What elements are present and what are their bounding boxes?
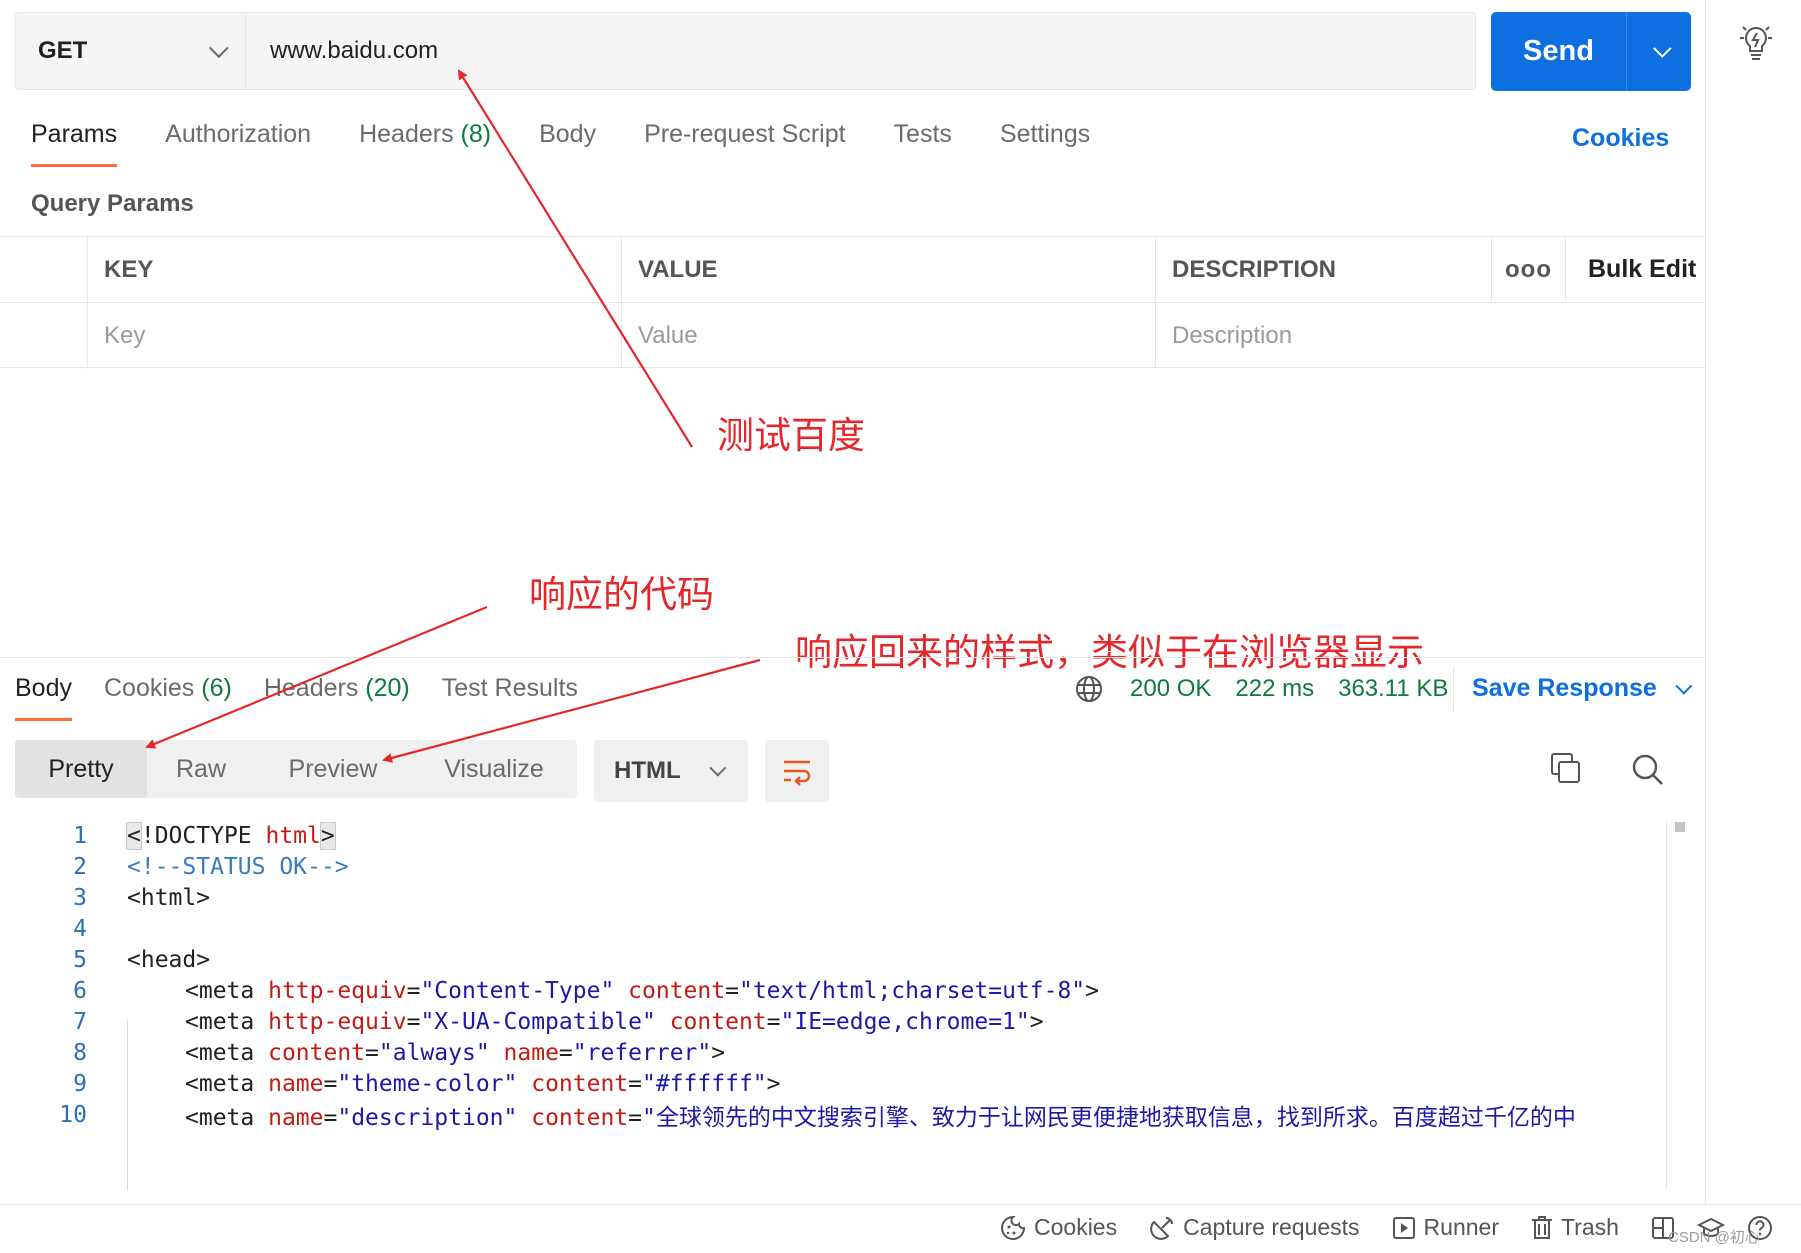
watermark: CSDN @初心 — [1668, 1229, 1760, 1246]
status-code[interactable]: 200 OK — [1130, 675, 1211, 703]
line-number: 6 — [73, 978, 87, 1004]
divider — [1453, 668, 1454, 712]
column-header-description: DESCRIPTION — [1156, 237, 1492, 302]
wrap-icon — [784, 760, 811, 786]
trash-icon — [1531, 1215, 1552, 1239]
column-header-key: KEY — [88, 237, 622, 302]
response-time[interactable]: 222 ms — [1235, 675, 1314, 703]
line-number: 8 — [73, 1040, 87, 1066]
method-label: GET — [38, 37, 88, 64]
footer-cookies-button[interactable]: Cookies — [1000, 1214, 1117, 1241]
mode-visualize[interactable]: Visualize — [411, 740, 577, 798]
chevron-down-icon — [708, 759, 726, 777]
tab-test-results[interactable]: Test Results — [442, 674, 578, 703]
line-number: 2 — [73, 854, 87, 880]
annotation-response-code: 响应的代码 — [529, 573, 714, 616]
description-input[interactable]: Description — [1156, 303, 1706, 369]
wrap-lines-button[interactable] — [765, 740, 829, 802]
tab-response-headers[interactable]: Headers (20) — [264, 674, 410, 703]
tab-response-body[interactable]: Body — [15, 674, 72, 721]
line-number: 1 — [73, 823, 87, 849]
mode-pretty[interactable]: Pretty — [15, 740, 147, 798]
tab-pre-request-script[interactable]: Pre-request Script — [644, 120, 845, 172]
annotation-response-style: 响应回来的样式，类似于在浏览器显示 — [795, 631, 1424, 674]
method-select[interactable]: GET — [16, 13, 246, 89]
chevron-down-icon — [208, 38, 229, 59]
send-button[interactable]: Send — [1491, 12, 1627, 91]
cookies-link[interactable]: Cookies — [1572, 124, 1669, 153]
tab-response-cookies[interactable]: Cookies (6) — [104, 674, 232, 703]
search-icon[interactable] — [1630, 752, 1664, 786]
indent-guide — [127, 1020, 128, 1190]
response-status: 200 OK 222 ms 363.11 KB — [1074, 674, 1472, 704]
right-sidebar — [1705, 0, 1801, 1253]
mode-preview[interactable]: Preview — [255, 740, 411, 798]
row-select-column — [0, 237, 88, 302]
footer-trash-button[interactable]: Trash — [1531, 1214, 1619, 1241]
tab-body[interactable]: Body — [539, 120, 596, 172]
globe-icon[interactable] — [1074, 674, 1104, 704]
copy-icon[interactable] — [1550, 752, 1582, 786]
tab-settings[interactable]: Settings — [1000, 120, 1090, 172]
footer-capture-button[interactable]: Capture requests — [1149, 1214, 1360, 1241]
column-header-value: VALUE — [622, 237, 1156, 302]
response-tabs: Body Cookies (6) Headers (20) Test Resul… — [15, 674, 610, 721]
tab-headers[interactable]: Headers (8) — [359, 120, 491, 172]
line-number: 3 — [73, 885, 87, 911]
more-options-icon[interactable]: ooo — [1492, 237, 1566, 302]
tab-authorization[interactable]: Authorization — [165, 120, 311, 172]
key-input[interactable]: Key — [88, 303, 622, 369]
scrollbar-thumb[interactable] — [1675, 822, 1685, 832]
params-header-row: KEY VALUE DESCRIPTION ooo Bulk Edit — [0, 237, 1706, 303]
footer-runner-button[interactable]: Runner — [1392, 1214, 1499, 1241]
url-input[interactable]: www.baidu.com — [246, 13, 1475, 89]
satellite-icon — [1150, 1216, 1174, 1240]
line-number: 5 — [73, 947, 87, 973]
chevron-down-icon — [1652, 39, 1672, 58]
params-table: KEY VALUE DESCRIPTION ooo Bulk Edit Key … — [0, 236, 1706, 369]
row-checkbox-cell — [0, 303, 88, 369]
response-code-editor[interactable]: 1 <!DOCTYPE html> 2 <!--STATUS OK--> 3 <… — [0, 818, 1660, 1190]
mode-raw[interactable]: Raw — [147, 740, 255, 798]
table-row: Key Value Description — [0, 303, 1706, 369]
view-mode-selector: Pretty Raw Preview Visualize — [15, 740, 577, 798]
code-line: 10 <meta name="description" content="全球领… — [0, 1097, 1576, 1133]
annotation-test-baidu: 测试百度 — [717, 414, 865, 457]
language-select[interactable]: HTML — [594, 740, 748, 802]
chevron-down-icon — [1675, 677, 1693, 695]
send-button-group: Send — [1491, 12, 1691, 91]
cookie-icon — [1001, 1215, 1026, 1240]
response-size[interactable]: 363.11 KB — [1338, 675, 1448, 703]
line-number: 7 — [73, 1009, 87, 1035]
line-number: 9 — [73, 1071, 87, 1097]
response-divider — [0, 657, 1706, 658]
request-bar: GET www.baidu.com — [15, 12, 1476, 90]
send-options-dropdown[interactable] — [1627, 12, 1691, 91]
query-params-title: Query Params — [31, 190, 194, 217]
footer-items: Cookies Capture requests Runner Trash — [1000, 1214, 1781, 1241]
tab-params[interactable]: Params — [31, 120, 118, 172]
bulk-edit-button[interactable]: Bulk Edit — [1566, 237, 1706, 302]
save-response-button[interactable]: Save Response — [1472, 674, 1693, 703]
editor-scrollbar[interactable] — [1666, 822, 1667, 1190]
request-tabs: Params Authorization Headers (8) Body Pr… — [31, 120, 1138, 172]
line-number: 10 — [59, 1102, 87, 1128]
lightbulb-icon[interactable] — [1738, 22, 1774, 62]
value-input[interactable]: Value — [622, 303, 1156, 369]
play-icon — [1392, 1216, 1415, 1239]
tab-tests[interactable]: Tests — [894, 120, 952, 172]
headers-count: (8) — [460, 120, 492, 148]
line-number: 4 — [73, 916, 87, 942]
